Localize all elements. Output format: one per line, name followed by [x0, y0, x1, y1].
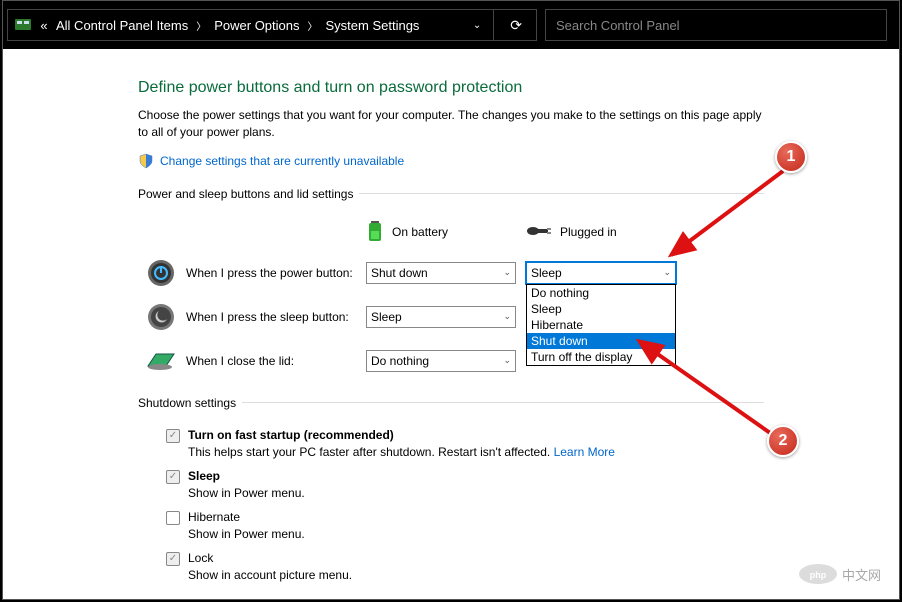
chevron-down-icon: ⌄: [503, 267, 511, 278]
chevron-down-icon[interactable]: ⌄: [463, 20, 491, 31]
chevron-down-icon: ⌄: [503, 355, 511, 366]
check-lock: ✓ Lock: [166, 551, 764, 566]
history-chevron-icon[interactable]: «: [36, 10, 52, 40]
power-plugged-dropdown: Do nothing Sleep Hibernate Shut down Tur…: [526, 284, 676, 366]
fieldset-shutdown: Shutdown settings: [138, 396, 764, 414]
php-logo-icon: php: [798, 563, 838, 585]
svg-text:php: php: [810, 570, 827, 580]
crumb-all-items[interactable]: All Control Panel Items: [52, 18, 192, 33]
hibernate-desc: Show in Power menu.: [188, 527, 764, 541]
col-on-battery: On battery: [366, 219, 526, 246]
learn-more-link[interactable]: Learn More: [554, 445, 615, 459]
option-hibernate[interactable]: Hibernate: [527, 317, 675, 333]
fast-startup-desc: This helps start your PC faster after sh…: [188, 445, 764, 459]
col-plugged-label: Plugged in: [560, 225, 617, 239]
fast-startup-label: Turn on fast startup (recommended): [188, 428, 394, 442]
content-area: Define power buttons and turn on passwor…: [3, 49, 899, 599]
fieldset-line: [242, 402, 764, 403]
sleep-desc: Show in Power menu.: [188, 486, 764, 500]
sleep-button-icon: [146, 302, 176, 332]
checkbox-lock[interactable]: ✓: [166, 552, 180, 566]
change-settings-link[interactable]: Change settings that are currently unava…: [160, 154, 404, 168]
fieldset-line: [359, 193, 764, 194]
power-button-icon: [146, 258, 176, 288]
option-do-nothing[interactable]: Do nothing: [527, 285, 675, 301]
power-button-label: When I press the power button:: [186, 266, 366, 280]
fieldset-buttons-lid: Power and sleep buttons and lid settings: [138, 187, 764, 205]
lock-desc: Show in account picture menu.: [188, 568, 764, 582]
fieldset-label: Shutdown settings: [138, 396, 242, 410]
page-description: Choose the power settings that you want …: [138, 107, 764, 141]
power-battery-select[interactable]: Shut down⌄: [366, 262, 516, 284]
battery-icon: [366, 219, 384, 246]
watermark: php 中文网: [798, 563, 881, 585]
lid-icon: [146, 346, 176, 376]
sleep-button-label: When I press the sleep button:: [186, 310, 366, 324]
sleep-battery-select[interactable]: Sleep⌄: [366, 306, 516, 328]
shield-icon: [138, 153, 154, 169]
chevron-right-icon: 〉: [304, 18, 322, 33]
page-heading: Define power buttons and turn on passwor…: [138, 79, 764, 97]
lock-label: Lock: [188, 551, 213, 565]
lid-label: When I close the lid:: [186, 354, 366, 368]
chevron-down-icon: ⌄: [663, 267, 671, 278]
control-panel-icon: [12, 14, 34, 36]
titlebar: « All Control Panel Items 〉 Power Option…: [3, 1, 899, 49]
checkbox-sleep[interactable]: ✓: [166, 470, 180, 484]
refresh-icon[interactable]: ⟳: [496, 17, 536, 34]
crumb-system-settings[interactable]: System Settings: [322, 18, 424, 33]
admin-link-row: Change settings that are currently unava…: [138, 153, 764, 169]
chevron-down-icon: ⌄: [503, 311, 511, 322]
settings-window: « All Control Panel Items 〉 Power Option…: [2, 0, 900, 600]
search-placeholder: Search Control Panel: [556, 18, 680, 33]
row-power-button: When I press the power button: Shut down…: [138, 258, 764, 288]
plug-icon: [526, 223, 552, 242]
col-plugged-in: Plugged in: [526, 219, 686, 246]
option-sleep[interactable]: Sleep: [527, 301, 675, 317]
search-input[interactable]: Search Control Panel: [545, 9, 887, 41]
breadcrumb-bar[interactable]: « All Control Panel Items 〉 Power Option…: [7, 9, 537, 41]
checkbox-fast-startup[interactable]: ✓: [166, 429, 180, 443]
check-fast-startup: ✓ Turn on fast startup (recommended): [166, 428, 764, 443]
chevron-right-icon: 〉: [192, 18, 210, 33]
check-hibernate: Hibernate: [166, 510, 764, 525]
power-plugged-select[interactable]: Sleep⌄: [526, 262, 676, 284]
hibernate-label: Hibernate: [188, 510, 240, 524]
fieldset-label: Power and sleep buttons and lid settings: [138, 187, 359, 201]
option-turn-off-display[interactable]: Turn off the display: [527, 349, 675, 365]
col-battery-label: On battery: [392, 225, 448, 239]
sleep-label: Sleep: [188, 469, 220, 483]
lid-battery-select[interactable]: Do nothing⌄: [366, 350, 516, 372]
divider: [493, 10, 494, 40]
checkbox-hibernate[interactable]: [166, 511, 180, 525]
crumb-power-options[interactable]: Power Options: [210, 18, 303, 33]
column-headers: On battery Plugged in: [366, 219, 764, 246]
option-shut-down[interactable]: Shut down: [527, 333, 675, 349]
check-sleep: ✓ Sleep: [166, 469, 764, 484]
